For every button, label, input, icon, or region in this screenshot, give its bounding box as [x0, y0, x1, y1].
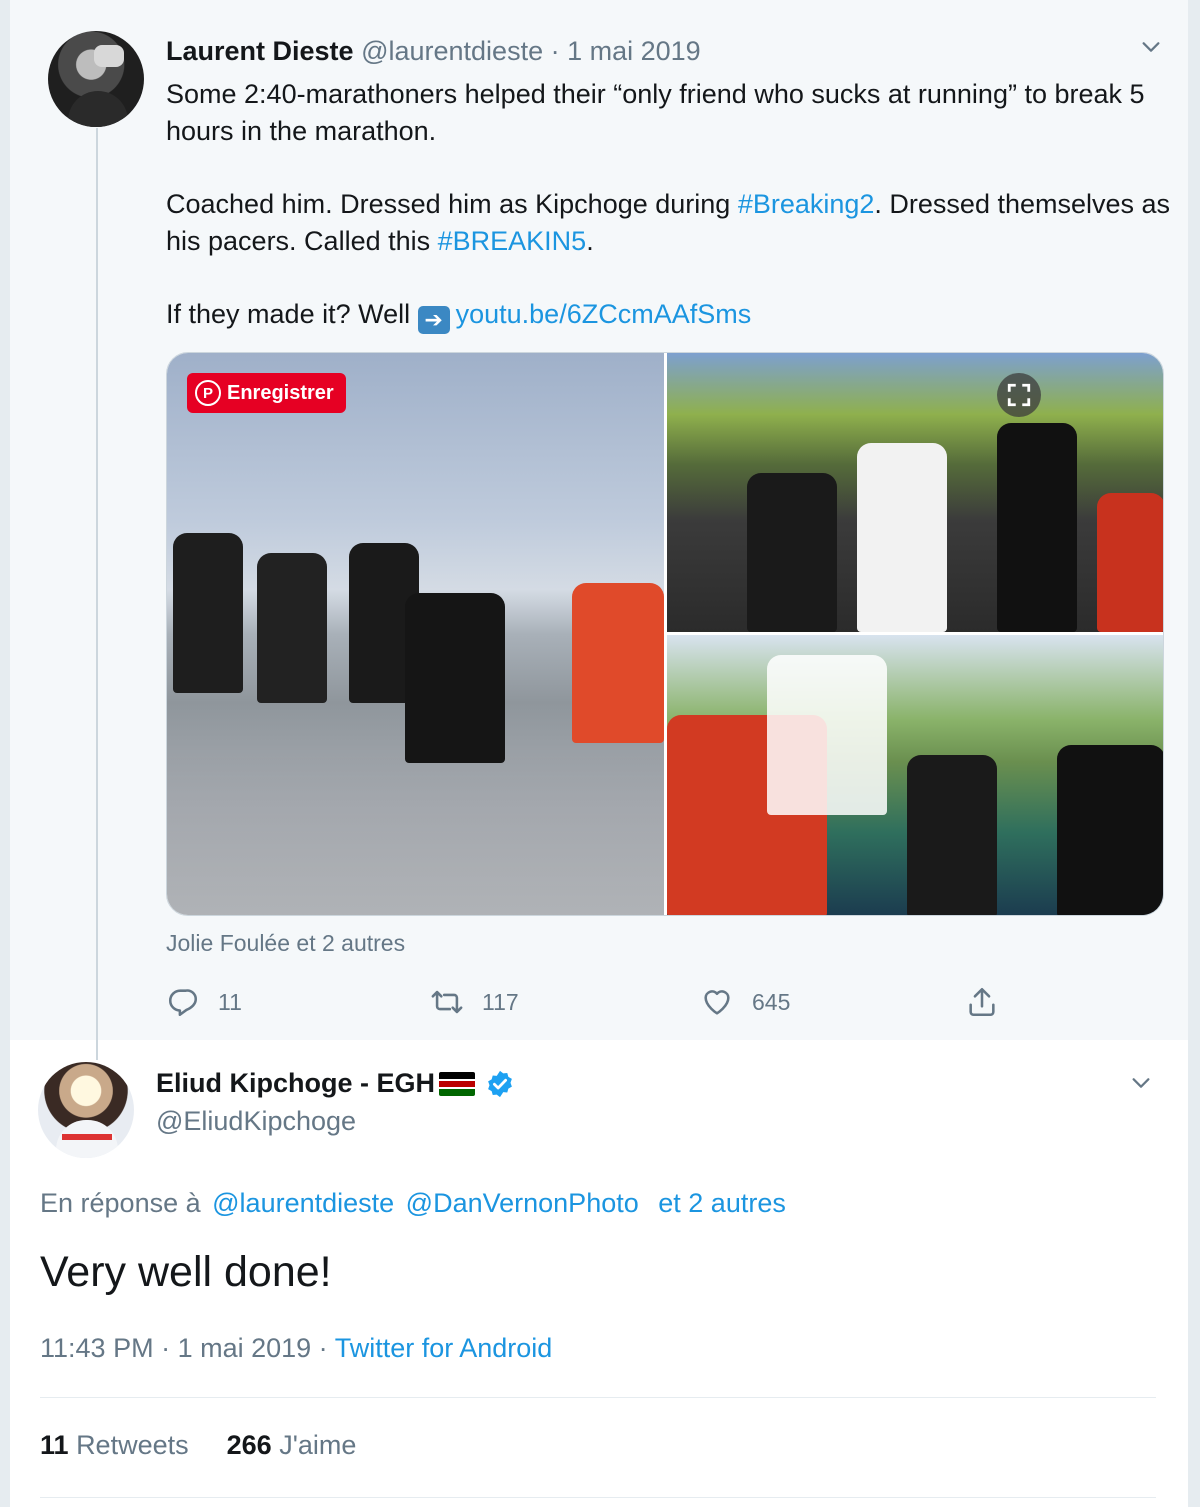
others-link[interactable]: et 2 autres: [658, 1188, 786, 1218]
retweets-count: 11: [40, 1430, 69, 1460]
kenya-flag-icon: [439, 1071, 476, 1096]
reply-context: En réponse à @laurentdieste @DanVernonPh…: [40, 1188, 786, 1219]
tweet-timestamp: 11:43 PM · 1 mai 2019 · Twitter for Andr…: [40, 1333, 552, 1364]
tweet-source-link[interactable]: Twitter for Android: [335, 1333, 553, 1363]
tweet-header: Laurent Dieste @laurentdieste · 1 mai 20…: [166, 36, 701, 67]
author-name[interactable]: Laurent Dieste: [166, 36, 354, 66]
avatar[interactable]: [38, 1062, 134, 1158]
pinterest-save-button[interactable]: P Enregistrer: [187, 373, 346, 413]
tweet-date[interactable]: 1 mai 2019: [178, 1333, 312, 1363]
retweet-icon: [431, 990, 463, 1014]
likes-label: J'aime: [279, 1430, 357, 1460]
avatar[interactable]: [48, 31, 144, 127]
chevron-down-icon[interactable]: [1140, 36, 1162, 58]
tweet-paragraph: Coached him. Dressed him as Kipchoge dur…: [166, 186, 1176, 260]
separator: ·: [543, 36, 568, 66]
author-name[interactable]: Eliud Kipchoge - EGH: [156, 1068, 435, 1099]
verified-badge-icon: [485, 1069, 515, 1099]
share-icon: [969, 987, 995, 1017]
photo-highfive[interactable]: [667, 353, 1163, 632]
like-button[interactable]: 645: [700, 980, 790, 1024]
author-name-row[interactable]: Eliud Kipchoge - EGH: [156, 1068, 515, 1099]
retweet-count: 117: [482, 988, 519, 1015]
media-tagged-users[interactable]: Jolie Foulée et 2 autres: [166, 930, 405, 957]
tweet-date[interactable]: 1 mai 2019: [567, 36, 701, 66]
right-arrow-emoji: ➔: [417, 306, 450, 334]
expand-icon[interactable]: [997, 373, 1041, 417]
photo-finish[interactable]: [667, 635, 1163, 915]
tweet-text: Some 2:40-marathoners helped their “only…: [166, 76, 1176, 370]
tweet-stats: 11 Retweets 266 J'aime: [40, 1430, 356, 1461]
retweets-stat[interactable]: 11 Retweets: [40, 1430, 189, 1460]
hashtag-link[interactable]: #BREAKIN5: [438, 226, 587, 256]
photo-group-runners[interactable]: P Enregistrer: [167, 353, 664, 915]
divider: [40, 1497, 1156, 1498]
pinterest-label: Enregistrer: [227, 381, 334, 404]
video-link[interactable]: youtu.be/6ZCcmAAfSms: [456, 299, 752, 329]
text-span: .: [586, 226, 594, 256]
separator: ·: [153, 1333, 178, 1363]
mention-link[interactable]: @laurentdieste: [212, 1188, 394, 1218]
author-handle[interactable]: @laurentdieste: [361, 36, 543, 66]
retweet-button[interactable]: 117: [430, 980, 519, 1024]
chevron-down-icon[interactable]: [1130, 1072, 1152, 1094]
tweet-time[interactable]: 11:43 PM: [40, 1333, 154, 1363]
thread-line: [96, 128, 98, 1060]
share-button[interactable]: [965, 980, 999, 1024]
media-grid: P Enregistrer: [166, 352, 1164, 916]
retweets-label: Retweets: [76, 1430, 189, 1460]
divider: [40, 1397, 1156, 1398]
tweet-paragraph: Some 2:40-marathoners helped their “only…: [166, 79, 1145, 146]
reply-button[interactable]: 11: [166, 980, 242, 1024]
heart-icon: [704, 990, 730, 1015]
likes-count: 266: [226, 1430, 272, 1460]
reply-count: 11: [218, 988, 242, 1015]
text-span: Coached him. Dressed him as Kipchoge dur…: [166, 189, 738, 219]
pinterest-icon: P: [195, 380, 221, 406]
like-count: 645: [752, 988, 791, 1015]
parent-tweet[interactable]: Laurent Dieste @laurentdieste · 1 mai 20…: [10, 0, 1188, 1060]
reply-icon: [168, 989, 198, 1017]
tweet-text: Very well done!: [40, 1248, 332, 1296]
mention-link[interactable]: @DanVernonPhoto: [406, 1188, 639, 1218]
hashtag-link[interactable]: #Breaking2: [738, 189, 875, 219]
likes-stat[interactable]: 266 J'aime: [227, 1430, 357, 1460]
separator: ·: [311, 1333, 335, 1363]
author-handle[interactable]: @EliudKipchoge: [156, 1106, 356, 1137]
tweet-paragraph: If they made it? Well ➔ youtu.be/6ZCcmAAf…: [166, 296, 1176, 334]
reply-prefix: En réponse à: [40, 1188, 201, 1218]
text-span: If they made it? Well: [166, 299, 418, 329]
